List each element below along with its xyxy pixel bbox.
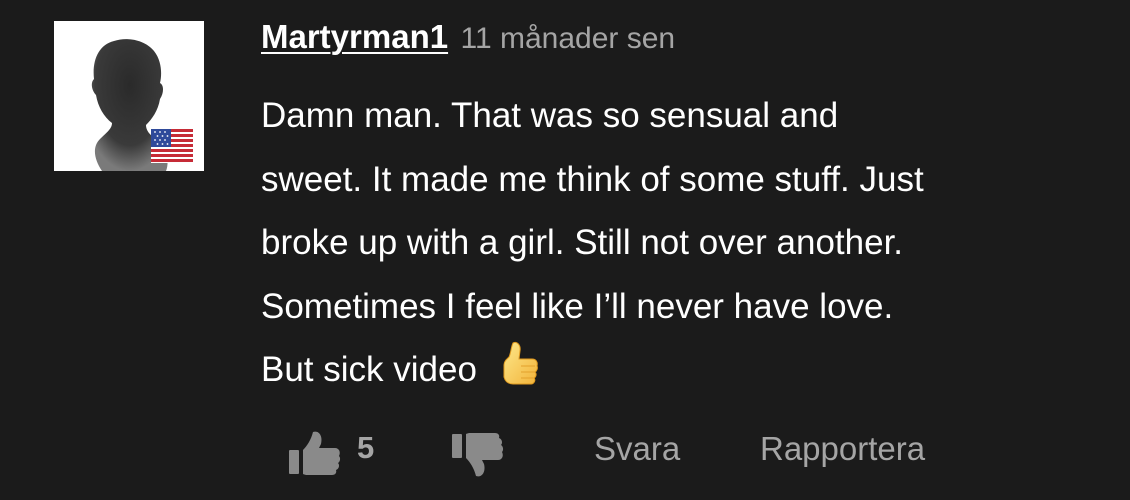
thumbs-up-icon[interactable]	[289, 430, 341, 476]
comment-body: Damn man. That was so sensual and sweet.…	[261, 84, 1081, 402]
comment-line: Sometimes I feel like I’ll never have lo…	[261, 286, 894, 326]
comment-line: Damn man. That was so sensual and	[261, 96, 839, 135]
report-button[interactable]: Rapportera	[760, 430, 925, 468]
thumbs-up-emoji-icon	[503, 342, 538, 385]
comment-timestamp: 11 månader sen	[460, 22, 676, 55]
comment: Martyrman1 11 månader sen Damn man. That…	[0, 0, 1130, 500]
comment-line: sweet. It made me think of some stuff. J…	[261, 159, 924, 199]
avatar[interactable]	[54, 21, 204, 171]
comment-header: Martyrman1 11 månader sen	[261, 18, 675, 62]
like-count: 5	[357, 430, 375, 465]
reply-button[interactable]: Svara	[594, 430, 680, 468]
comment-line: broke up with a girl. Still not over ano…	[261, 223, 904, 262]
comment-line: But sick video	[261, 350, 477, 389]
comment-last-line: But sick video	[261, 338, 1081, 402]
username-link[interactable]: Martyrman1	[261, 18, 448, 55]
us-flag-icon	[151, 129, 193, 163]
thumbs-down-icon[interactable]	[452, 432, 504, 478]
